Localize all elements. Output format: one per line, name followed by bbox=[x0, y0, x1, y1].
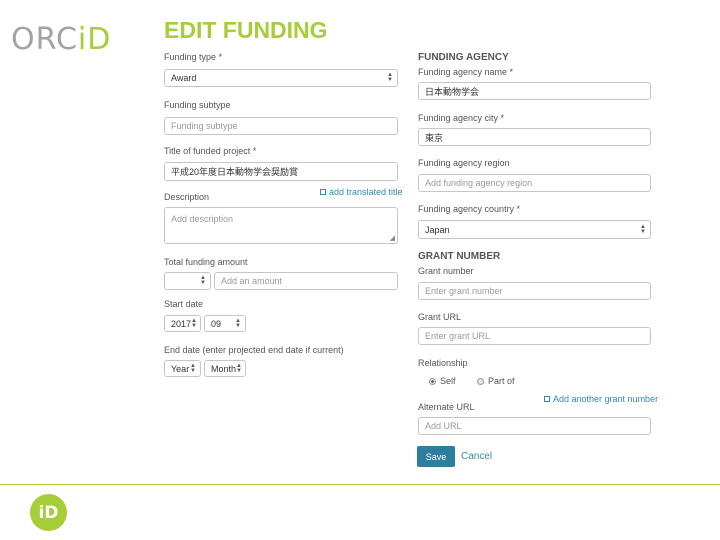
grant-url-label: Grant URL bbox=[418, 312, 462, 322]
description-textarea[interactable]: Add description ◢ bbox=[164, 207, 398, 244]
select-arrows-icon: ▲ ▼ bbox=[640, 223, 646, 235]
end-month-select[interactable]: Month ▲ ▼ bbox=[204, 360, 246, 377]
alternate-url-input[interactable]: Add URL bbox=[418, 417, 651, 435]
select-arrows-icon: ▲ ▼ bbox=[200, 275, 206, 286]
agency-country-value: Japan bbox=[425, 224, 450, 235]
select-arrows-icon: ▲ ▼ bbox=[235, 317, 241, 329]
add-square-icon bbox=[544, 396, 550, 402]
start-month-select[interactable]: 09 ▲ ▼ bbox=[204, 315, 246, 332]
total-amount-label: Total funding amount bbox=[164, 257, 248, 267]
start-year-value: 2017 bbox=[171, 318, 192, 329]
add-another-grant-text: Add another grant number bbox=[553, 394, 659, 404]
select-arrows-icon: ▲ ▼ bbox=[236, 362, 242, 374]
save-button[interactable]: Save bbox=[417, 446, 455, 467]
funding-type-select[interactable]: Award ▲ ▼ bbox=[164, 69, 398, 87]
agency-region-input[interactable]: Add funding agency region bbox=[418, 174, 651, 192]
relationship-part-of-text: Part of bbox=[488, 376, 515, 386]
agency-city-label: Funding agency city * bbox=[418, 113, 505, 123]
grant-number-header: GRANT NUMBER bbox=[418, 251, 501, 262]
grant-number-input[interactable]: Enter grant number bbox=[418, 282, 651, 300]
start-year-select[interactable]: 2017 ▲ ▼ bbox=[164, 315, 201, 332]
funding-subtype-input[interactable]: Funding subtype bbox=[164, 117, 398, 135]
funding-type-label: Funding type * bbox=[164, 52, 223, 62]
end-month-value: Month bbox=[211, 363, 237, 374]
end-year-value: Year bbox=[171, 363, 190, 374]
page-title: EDIT FUNDING bbox=[164, 17, 328, 43]
select-arrows-icon: ▲ ▼ bbox=[190, 362, 196, 374]
radio-unselected-icon bbox=[477, 377, 484, 385]
amount-input[interactable]: Add an amount bbox=[214, 272, 398, 290]
description-label: Description bbox=[164, 192, 210, 202]
orcid-logo-id: iD bbox=[77, 22, 112, 57]
grant-number-label: Grant number bbox=[418, 266, 474, 276]
add-translated-title-text: add translated title bbox=[329, 187, 403, 197]
add-square-icon bbox=[320, 189, 326, 195]
grant-url-input[interactable]: Enter grant URL bbox=[418, 327, 651, 345]
radio-selected-icon bbox=[429, 377, 436, 385]
agency-name-input[interactable]: 日本動物学会 bbox=[418, 82, 651, 100]
add-another-grant-link[interactable]: Add another grant number bbox=[544, 394, 658, 404]
add-translated-title-link[interactable]: add translated title bbox=[320, 187, 403, 197]
end-date-label: End date (enter projected end date if cu… bbox=[164, 345, 344, 355]
funding-type-value: Award bbox=[171, 73, 197, 83]
relationship-label: Relationship bbox=[418, 358, 468, 368]
description-placeholder: Add description bbox=[171, 214, 234, 224]
title-project-value: 平成20年度日本動物学会奨励賞 bbox=[171, 167, 299, 177]
relationship-part-of-radio[interactable]: Part of bbox=[477, 376, 515, 386]
agency-country-label: Funding agency country * bbox=[418, 204, 521, 214]
orcid-id-badge: iD bbox=[30, 494, 67, 531]
grant-number-placeholder: Enter grant number bbox=[425, 286, 503, 296]
footer-divider bbox=[0, 484, 720, 485]
relationship-self-text: Self bbox=[440, 376, 456, 386]
alternate-url-label: Alternate URL bbox=[418, 402, 475, 412]
funding-subtype-placeholder: Funding subtype bbox=[171, 121, 238, 131]
agency-city-input[interactable]: 東京 bbox=[418, 128, 651, 146]
orcid-logo: ORCiD bbox=[11, 22, 111, 57]
agency-city-value: 東京 bbox=[425, 132, 444, 143]
orcid-logo-text: ORC bbox=[11, 22, 78, 57]
agency-country-select[interactable]: Japan ▲ ▼ bbox=[418, 220, 651, 239]
agency-region-placeholder: Add funding agency region bbox=[425, 178, 533, 188]
amount-placeholder: Add an amount bbox=[221, 276, 283, 286]
funding-agency-header: FUNDING AGENCY bbox=[418, 52, 509, 63]
title-project-input[interactable]: 平成20年度日本動物学会奨励賞 bbox=[164, 162, 398, 181]
grant-url-placeholder: Enter grant URL bbox=[425, 331, 491, 341]
funding-subtype-label: Funding subtype bbox=[164, 100, 231, 110]
start-date-label: Start date bbox=[164, 299, 204, 309]
select-arrows-icon: ▲ ▼ bbox=[191, 317, 197, 329]
start-month-value: 09 bbox=[211, 318, 222, 329]
title-project-label: Title of funded project * bbox=[164, 146, 257, 156]
cancel-link[interactable]: Cancel bbox=[461, 451, 492, 462]
agency-region-label: Funding agency region bbox=[418, 158, 510, 168]
resize-handle-icon[interactable]: ◢ bbox=[390, 234, 395, 242]
relationship-self-radio[interactable]: Self bbox=[429, 376, 456, 386]
agency-name-label: Funding agency name * bbox=[418, 67, 514, 77]
end-year-select[interactable]: Year ▲ ▼ bbox=[164, 360, 201, 377]
agency-name-value: 日本動物学会 bbox=[425, 86, 480, 97]
select-arrows-icon: ▲ ▼ bbox=[387, 72, 393, 83]
alternate-url-placeholder: Add URL bbox=[425, 421, 462, 431]
currency-select[interactable]: ▲ ▼ bbox=[164, 272, 211, 290]
